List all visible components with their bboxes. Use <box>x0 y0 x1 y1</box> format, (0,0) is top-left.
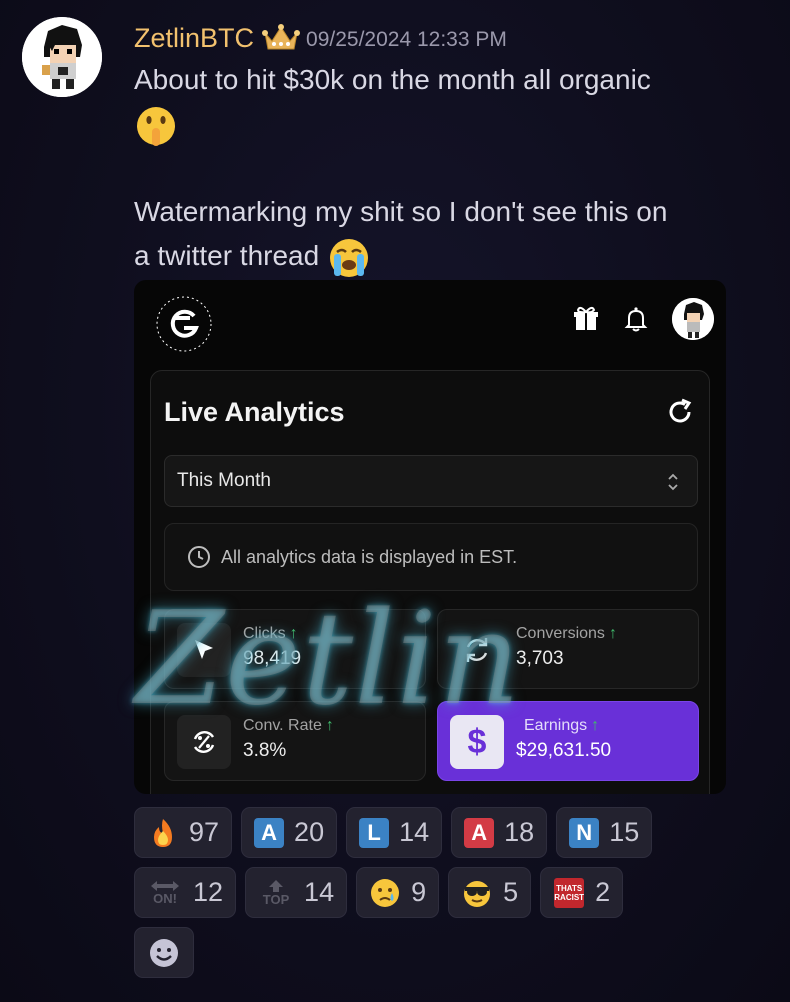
loudly-crying-face-icon <box>329 238 368 277</box>
user-avatar[interactable] <box>22 17 102 97</box>
message-text: About to hit $30k on the month all organ… <box>134 64 651 95</box>
username[interactable]: ZetlinBTC <box>134 23 254 54</box>
reaction-count: 2 <box>595 877 611 907</box>
reaction-sunglasses[interactable]: 5 <box>448 867 532 918</box>
reaction-row <box>134 927 734 978</box>
reaction-count: 14 <box>399 817 430 847</box>
date-range-select[interactable]: This Month <box>164 455 698 507</box>
stat-value: 98,419 <box>243 648 302 669</box>
message-emoji-line <box>134 102 178 148</box>
reaction-thats-racist[interactable]: THATS RACIST 2 <box>540 867 624 918</box>
reaction-fire[interactable]: 97 <box>134 807 233 858</box>
stat-label: Conv. Rate ↑ <box>243 717 334 734</box>
message-timestamp: 09/25/2024 12:33 PM <box>306 28 507 51</box>
stat-label: Conversions ↑ <box>516 625 617 642</box>
attached-image[interactable]: Live Analytics This Month All analytics … <box>134 280 726 794</box>
panel-title: Live Analytics <box>164 397 345 427</box>
refresh-icon[interactable] <box>665 397 695 427</box>
reaction-on-arrow[interactable]: ON! 12 <box>134 867 237 918</box>
percent-cycle-icon <box>177 715 231 769</box>
stat-card-earnings[interactable]: $ Earnings ↑ $29,631.50 <box>437 701 699 781</box>
fire-icon <box>147 817 179 849</box>
gift-icon[interactable] <box>572 305 600 333</box>
trend-up-icon: ↑ <box>591 717 600 734</box>
red-a-icon: A <box>464 817 495 848</box>
reaction-count: 15 <box>609 817 640 847</box>
regional-l-icon: L <box>359 817 390 848</box>
chevron-updown-icon <box>668 473 678 491</box>
dollar-icon: $ <box>450 715 504 769</box>
message-text: Watermarking my shit so I don't see this… <box>134 196 668 227</box>
top-arrow-icon: TOP <box>258 877 294 909</box>
notice-text: All analytics data is displayed in EST. <box>221 546 518 567</box>
reaction-crying-face[interactable]: 9 <box>356 867 440 918</box>
timezone-notice: All analytics data is displayed in EST. <box>164 523 698 591</box>
sunglasses-face-icon <box>461 877 493 909</box>
stat-value: $29,631.50 <box>516 740 612 761</box>
top-icons <box>572 298 714 340</box>
on-arrow-icon: ON! <box>147 877 183 909</box>
crown-icon <box>262 24 301 50</box>
message-header: ZetlinBTC 09/25/2024 12:33 PM <box>134 18 507 58</box>
reaction-count: 97 <box>189 817 220 847</box>
message-line-1: About to hit $30k on the month all organ… <box>134 58 651 102</box>
glitchy-logo-icon <box>156 296 212 352</box>
cursor-icon <box>177 623 231 677</box>
reaction-row: 97 A 20 L 14 A 18 N 15 <box>134 807 734 858</box>
stat-label: Earnings ↑ <box>524 717 600 734</box>
bell-icon[interactable] <box>622 305 650 333</box>
live-analytics-panel: Live Analytics This Month All analytics … <box>150 370 710 794</box>
stat-card-conversions[interactable]: Conversions ↑ 3,703 <box>437 609 699 689</box>
smiley-add-icon <box>150 938 178 967</box>
add-reaction-button[interactable] <box>134 927 194 978</box>
stat-value: 3.8% <box>243 740 287 761</box>
reaction-count: 5 <box>503 877 519 907</box>
reaction-count: 9 <box>411 877 427 907</box>
stat-card-clicks[interactable]: Clicks ↑ 98,419 <box>164 609 426 689</box>
crying-face-icon <box>369 877 401 909</box>
trend-up-icon: ↑ <box>325 717 334 734</box>
reaction-regional-l[interactable]: L 14 <box>346 807 443 858</box>
shushing-face-icon <box>137 106 175 146</box>
message-text: a twitter thread <box>134 240 320 271</box>
reactions-bar: 97 A 20 L 14 A 18 N 15 ON! 12 TOP 14 9 5… <box>134 807 734 987</box>
regional-n-icon: N <box>569 817 600 848</box>
stat-card-conv-rate[interactable]: Conv. Rate ↑ 3.8% <box>164 701 426 781</box>
regional-a-icon: A <box>254 817 285 848</box>
reaction-regional-n[interactable]: N 15 <box>556 807 653 858</box>
message-line-3: a twitter thread <box>134 234 371 280</box>
profile-avatar[interactable] <box>672 298 714 340</box>
reaction-top-arrow[interactable]: TOP 14 <box>245 867 348 918</box>
reaction-count: 18 <box>504 817 535 847</box>
cycle-icon <box>450 623 504 677</box>
reaction-regional-a-red[interactable]: A 18 <box>451 807 548 858</box>
stat-value: 3,703 <box>516 648 564 669</box>
stat-label: Clicks ↑ <box>243 625 298 642</box>
reaction-row: ON! 12 TOP 14 9 5 THATS RACIST 2 <box>134 867 734 918</box>
reaction-regional-a[interactable]: A 20 <box>241 807 338 858</box>
reaction-count: 12 <box>193 877 224 907</box>
reaction-count: 14 <box>304 877 335 907</box>
message-line-2: Watermarking my shit so I don't see this… <box>134 190 667 234</box>
trend-up-icon: ↑ <box>289 625 298 642</box>
reaction-count: 20 <box>294 817 325 847</box>
clock-icon <box>188 546 210 568</box>
date-range-value: This Month <box>177 470 271 491</box>
trend-up-icon: ↑ <box>608 625 617 642</box>
thats-racist-icon: THATS RACIST <box>553 877 585 909</box>
